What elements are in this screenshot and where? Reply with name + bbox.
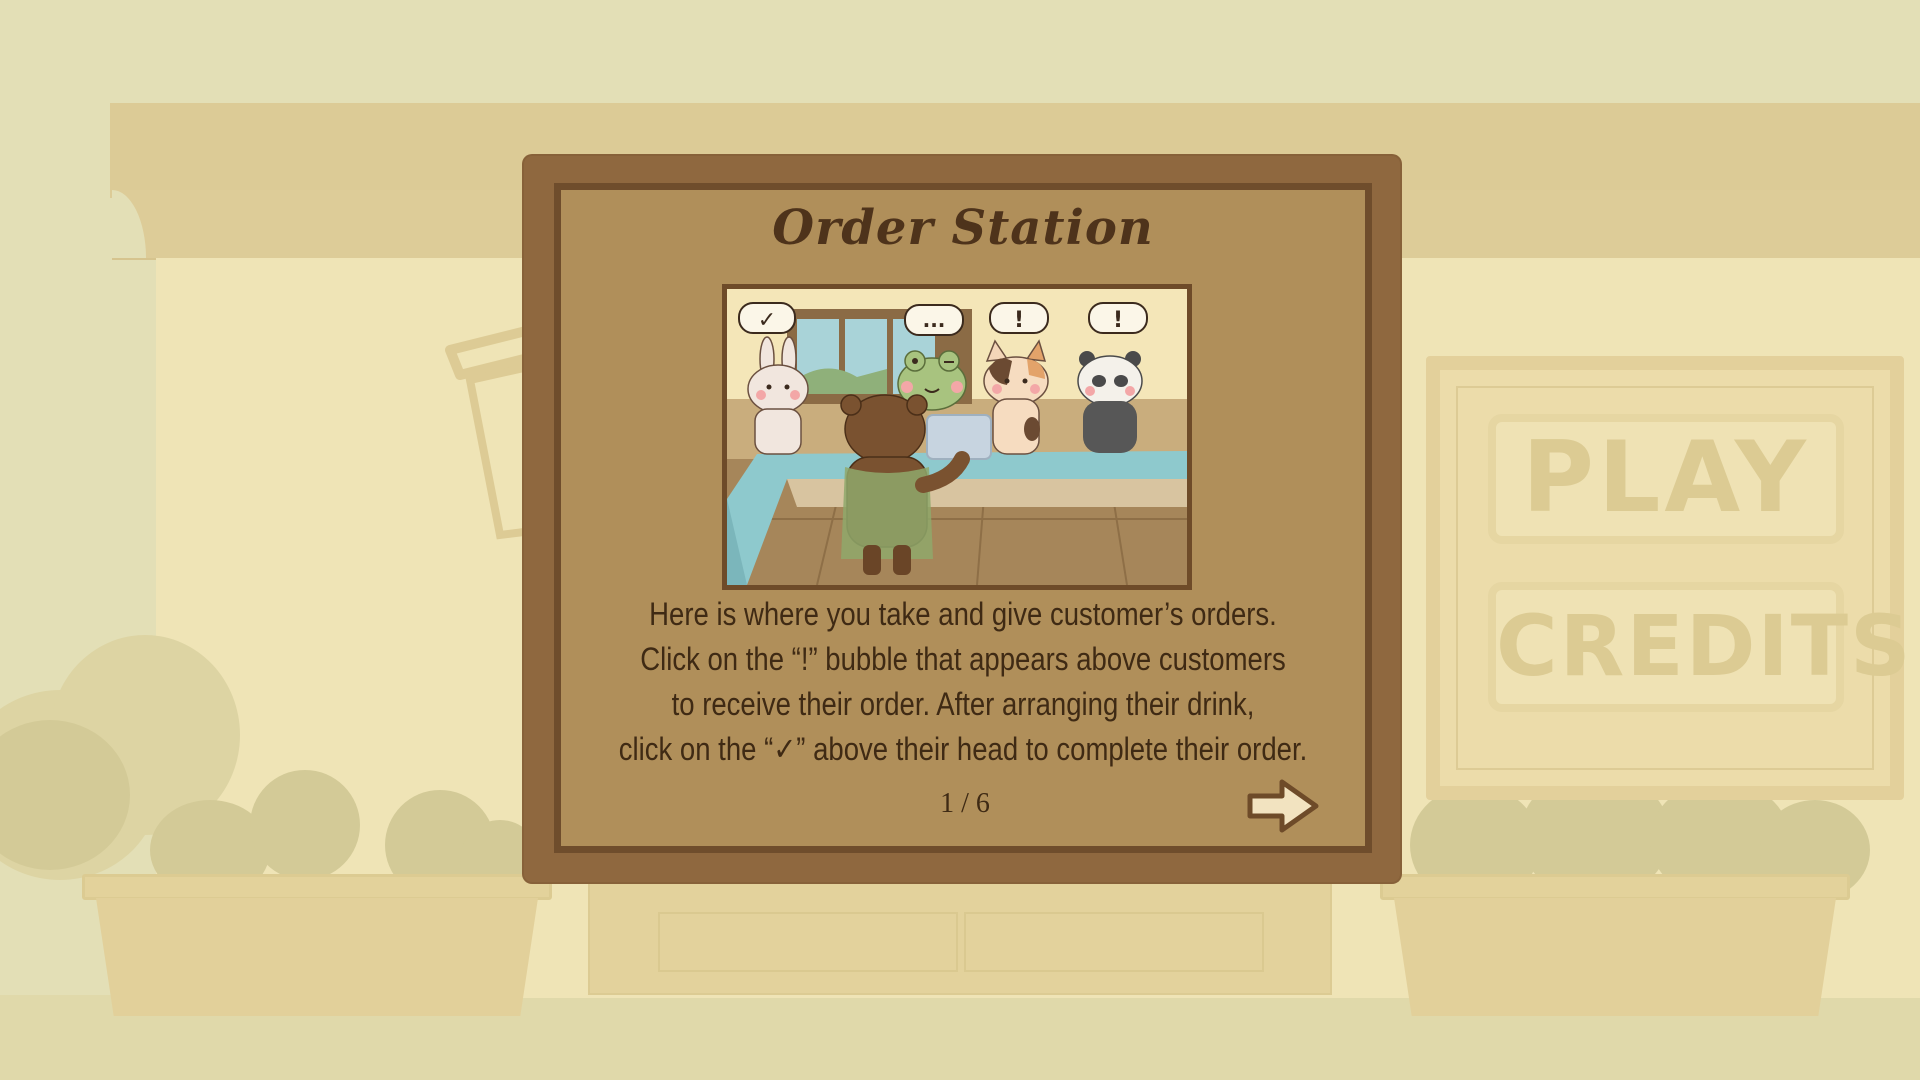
description-line: Here is where you take and give customer… [649,596,1277,632]
description-line: click on the “✓” above their head to com… [618,731,1308,767]
next-arrow-icon[interactable] [1246,776,1322,836]
description-line: Click on the “!” bubble that appears abo… [640,641,1286,677]
play-button[interactable]: PLAY [1488,414,1844,544]
bubble-check-icon: ✓ [758,308,776,333]
order-station-illustration: ✓ ... ! ! [722,284,1192,590]
bubble-exclaim-icon: ! [1113,308,1123,333]
tutorial-title: Order Station [772,200,1154,256]
bush [250,770,360,880]
page-counter: 1 / 6 [940,788,990,819]
bubble-ellipsis-icon: ... [923,308,946,332]
shop-door [588,880,1332,995]
planter-left [82,874,552,1016]
bubble-exclaim-icon: ! [1014,308,1024,333]
credits-button[interactable]: CREDITS [1488,582,1911,712]
description-line: to receive their order. After arranging … [671,686,1255,722]
tutorial-description: Here is where you take and give customer… [554,592,1372,772]
planter-right [1380,874,1850,1016]
